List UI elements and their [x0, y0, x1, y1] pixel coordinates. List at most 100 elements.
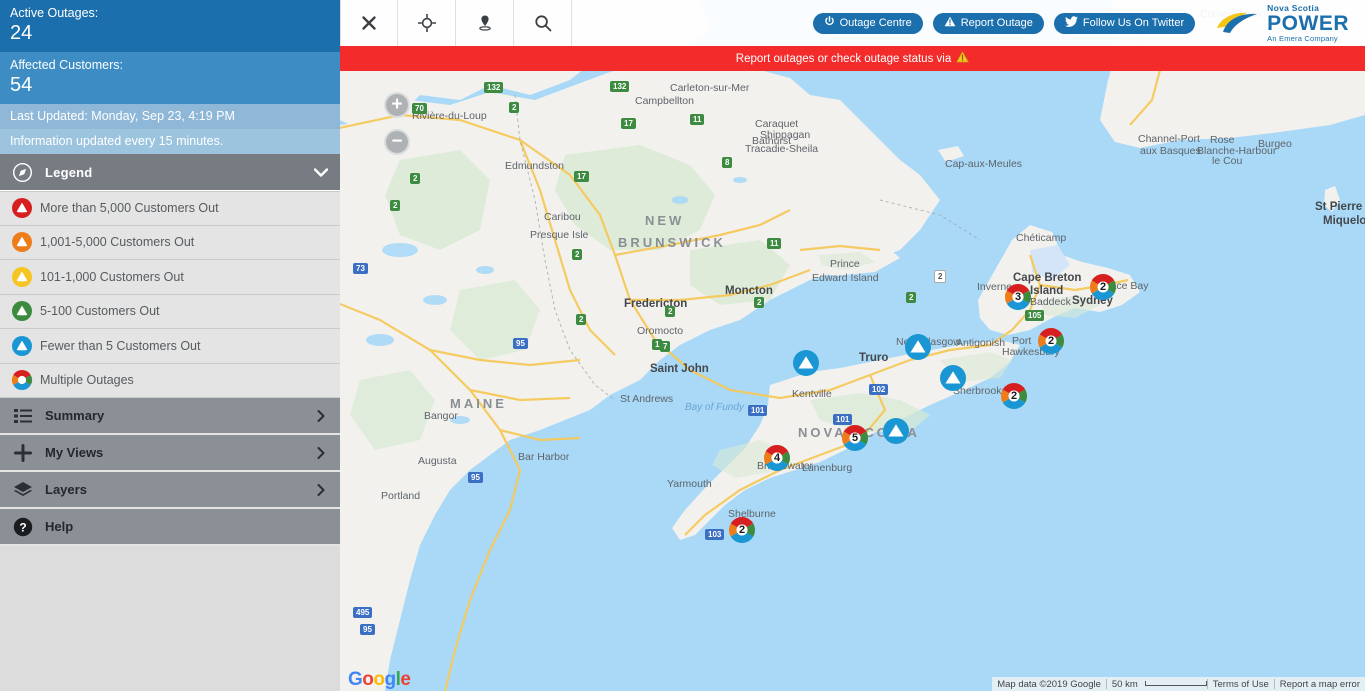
scale-bar: [1144, 681, 1207, 686]
last-updated-text: Last Updated: Monday, Sep 23, 4:19 PM: [0, 104, 340, 129]
map-data-credit: Map data ©2019 Google: [997, 678, 1101, 690]
legend-item-label: Fewer than 5 Customers Out: [40, 338, 201, 353]
legend-item[interactable]: 5-100 Customers Out: [0, 295, 340, 329]
sidebar-item-layers[interactable]: Layers: [0, 472, 340, 509]
legend-items: More than 5,000 Customers Out 1,001-5,000…: [0, 191, 340, 398]
outage-count: 2: [1099, 281, 1107, 293]
logo-line-2: POWER: [1267, 11, 1349, 35]
svg-text:?: ?: [19, 520, 26, 534]
sidebar-item-help[interactable]: ? Help: [0, 509, 340, 546]
layers-icon: [0, 481, 45, 499]
affected-customers-stat: Affected Customers: 54: [0, 52, 340, 104]
chevron-right-icon[interactable]: [302, 409, 340, 422]
active-outages-stat: Active Outages: 24: [0, 0, 340, 52]
scale-label: 50 km: [1111, 678, 1138, 690]
legend-item-label: 5-100 Customers Out: [40, 304, 160, 319]
close-icon[interactable]: [340, 0, 398, 46]
outage-cluster-marker[interactable]: 2: [729, 517, 755, 543]
outage-cluster-marker[interactable]: 2: [1038, 328, 1064, 354]
report-map-error-link[interactable]: Report a map error: [1275, 679, 1365, 690]
affected-customers-label: Affected Customers:: [10, 58, 124, 72]
triangle-marker-icon: [6, 335, 38, 357]
logo-line-3: An Emera Company: [1267, 33, 1338, 43]
outage-count: 5: [851, 432, 859, 444]
sidebar-item-summary[interactable]: Summary: [0, 398, 340, 435]
outage-cluster-marker[interactable]: 5: [842, 425, 868, 451]
update-frequency-text: Information updated every 15 minutes.: [0, 129, 340, 154]
sidebar-item-my-views[interactable]: My Views: [0, 435, 340, 472]
locate-icon[interactable]: [398, 0, 456, 46]
triangle-marker-icon: [6, 266, 38, 288]
warning-triangle-icon: [944, 16, 956, 30]
legend-item[interactable]: More than 5,000 Customers Out: [0, 191, 340, 226]
legend-item[interactable]: Multiple Outages: [0, 364, 340, 398]
active-outages-value: 24: [10, 22, 33, 44]
list-icon: [0, 408, 45, 424]
top-toolbar: Outage Centre Report Outage Follow Us On…: [340, 0, 1365, 46]
outage-marker[interactable]: [905, 334, 931, 360]
report-outage-label: Report Outage: [960, 17, 1033, 29]
outage-count: 3: [1014, 291, 1022, 303]
legend-panel-header[interactable]: Legend: [0, 154, 340, 191]
outage-map-app: NEWBRUNSWICKMAINENOVA SCOTIAFrederictonS…: [0, 0, 1365, 691]
multi-ring-icon: [6, 369, 38, 391]
active-outages-label: Active Outages:: [10, 6, 99, 20]
zoom-in-button[interactable]: +: [384, 92, 410, 118]
affected-customers-value: 54: [10, 74, 33, 96]
outage-cluster-marker[interactable]: 2: [1001, 383, 1027, 409]
outage-count: 2: [1047, 335, 1055, 347]
outage-centre-button[interactable]: Outage Centre: [812, 12, 923, 34]
legend-item[interactable]: 101-1,000 Customers Out: [0, 260, 340, 295]
alert-banner-text: Report outages or check outage status vi…: [735, 52, 952, 65]
triangle-marker-icon: [6, 300, 38, 322]
outage-marker[interactable]: [793, 350, 819, 376]
legend-item-label: 101-1,000 Customers Out: [40, 269, 184, 284]
legend-item[interactable]: 1,001-5,000 Customers Out: [0, 226, 340, 260]
logo-mark-icon: [1217, 12, 1258, 33]
zoom-out-button[interactable]: −: [384, 129, 410, 155]
outage-marker[interactable]: [940, 365, 966, 391]
legend-item-label: 1,001-5,000 Customers Out: [40, 235, 195, 250]
follow-twitter-button[interactable]: Follow Us On Twitter: [1053, 12, 1196, 34]
help-icon: ?: [0, 517, 45, 537]
sidebar-item-label: Summary: [45, 408, 105, 423]
power-icon: [824, 16, 835, 30]
chevron-right-icon[interactable]: [302, 483, 340, 496]
compass-icon: [0, 162, 45, 183]
legend-title: Legend: [45, 164, 93, 180]
legend-item-label: Multiple Outages: [40, 373, 134, 388]
chevron-right-icon[interactable]: [302, 446, 340, 459]
nova-scotia-power-logo[interactable]: Nova Scotia POWER An Emera Company: [1213, 4, 1349, 42]
map-canvas[interactable]: NEWBRUNSWICKMAINENOVA SCOTIAFrederictonS…: [340, 0, 1365, 691]
triangle-marker-icon: [6, 197, 38, 219]
plus-icon: [0, 443, 45, 462]
search-icon[interactable]: [514, 0, 572, 46]
outage-cluster-marker[interactable]: 3: [1005, 284, 1031, 310]
follow-twitter-label: Follow Us On Twitter: [1082, 17, 1185, 29]
logo-text-block: Nova Scotia POWER An Emera Company: [1267, 4, 1349, 42]
pin-drop-icon[interactable]: [456, 0, 514, 46]
sidebar-item-label: My Views: [45, 445, 104, 460]
outage-centre-label: Outage Centre: [839, 17, 912, 29]
map-geometry: [340, 0, 1365, 691]
terms-of-use-link[interactable]: Terms of Use: [1208, 679, 1274, 690]
sidebar: Active Outages: 24 Affected Customers: 5…: [0, 0, 340, 691]
google-logo: Google: [348, 669, 411, 690]
sidebar-menu: Summary My Views Layers? Help: [0, 398, 340, 546]
map-attribution-bar: Map data ©2019 Google 50 km Terms of Use…: [992, 677, 1365, 691]
outage-cluster-marker[interactable]: 4: [764, 445, 790, 471]
twitter-icon: [1064, 16, 1078, 30]
legend-item-label: More than 5,000 Customers Out: [40, 201, 219, 216]
outage-marker[interactable]: [883, 418, 909, 444]
sidebar-item-label: Help: [45, 519, 74, 534]
report-outage-button[interactable]: Report Outage: [932, 12, 1044, 34]
triangle-marker-icon: [6, 231, 38, 253]
outage-cluster-marker[interactable]: 2: [1090, 274, 1116, 300]
outage-count: 2: [1010, 390, 1018, 402]
alert-banner[interactable]: Report outages or check outage status vi…: [340, 46, 1365, 71]
outage-count: 2: [738, 524, 746, 536]
outage-count: 4: [773, 452, 781, 464]
chevron-down-icon[interactable]: [302, 167, 340, 177]
legend-item[interactable]: Fewer than 5 Customers Out: [0, 329, 340, 364]
sidebar-item-label: Layers: [45, 482, 87, 497]
